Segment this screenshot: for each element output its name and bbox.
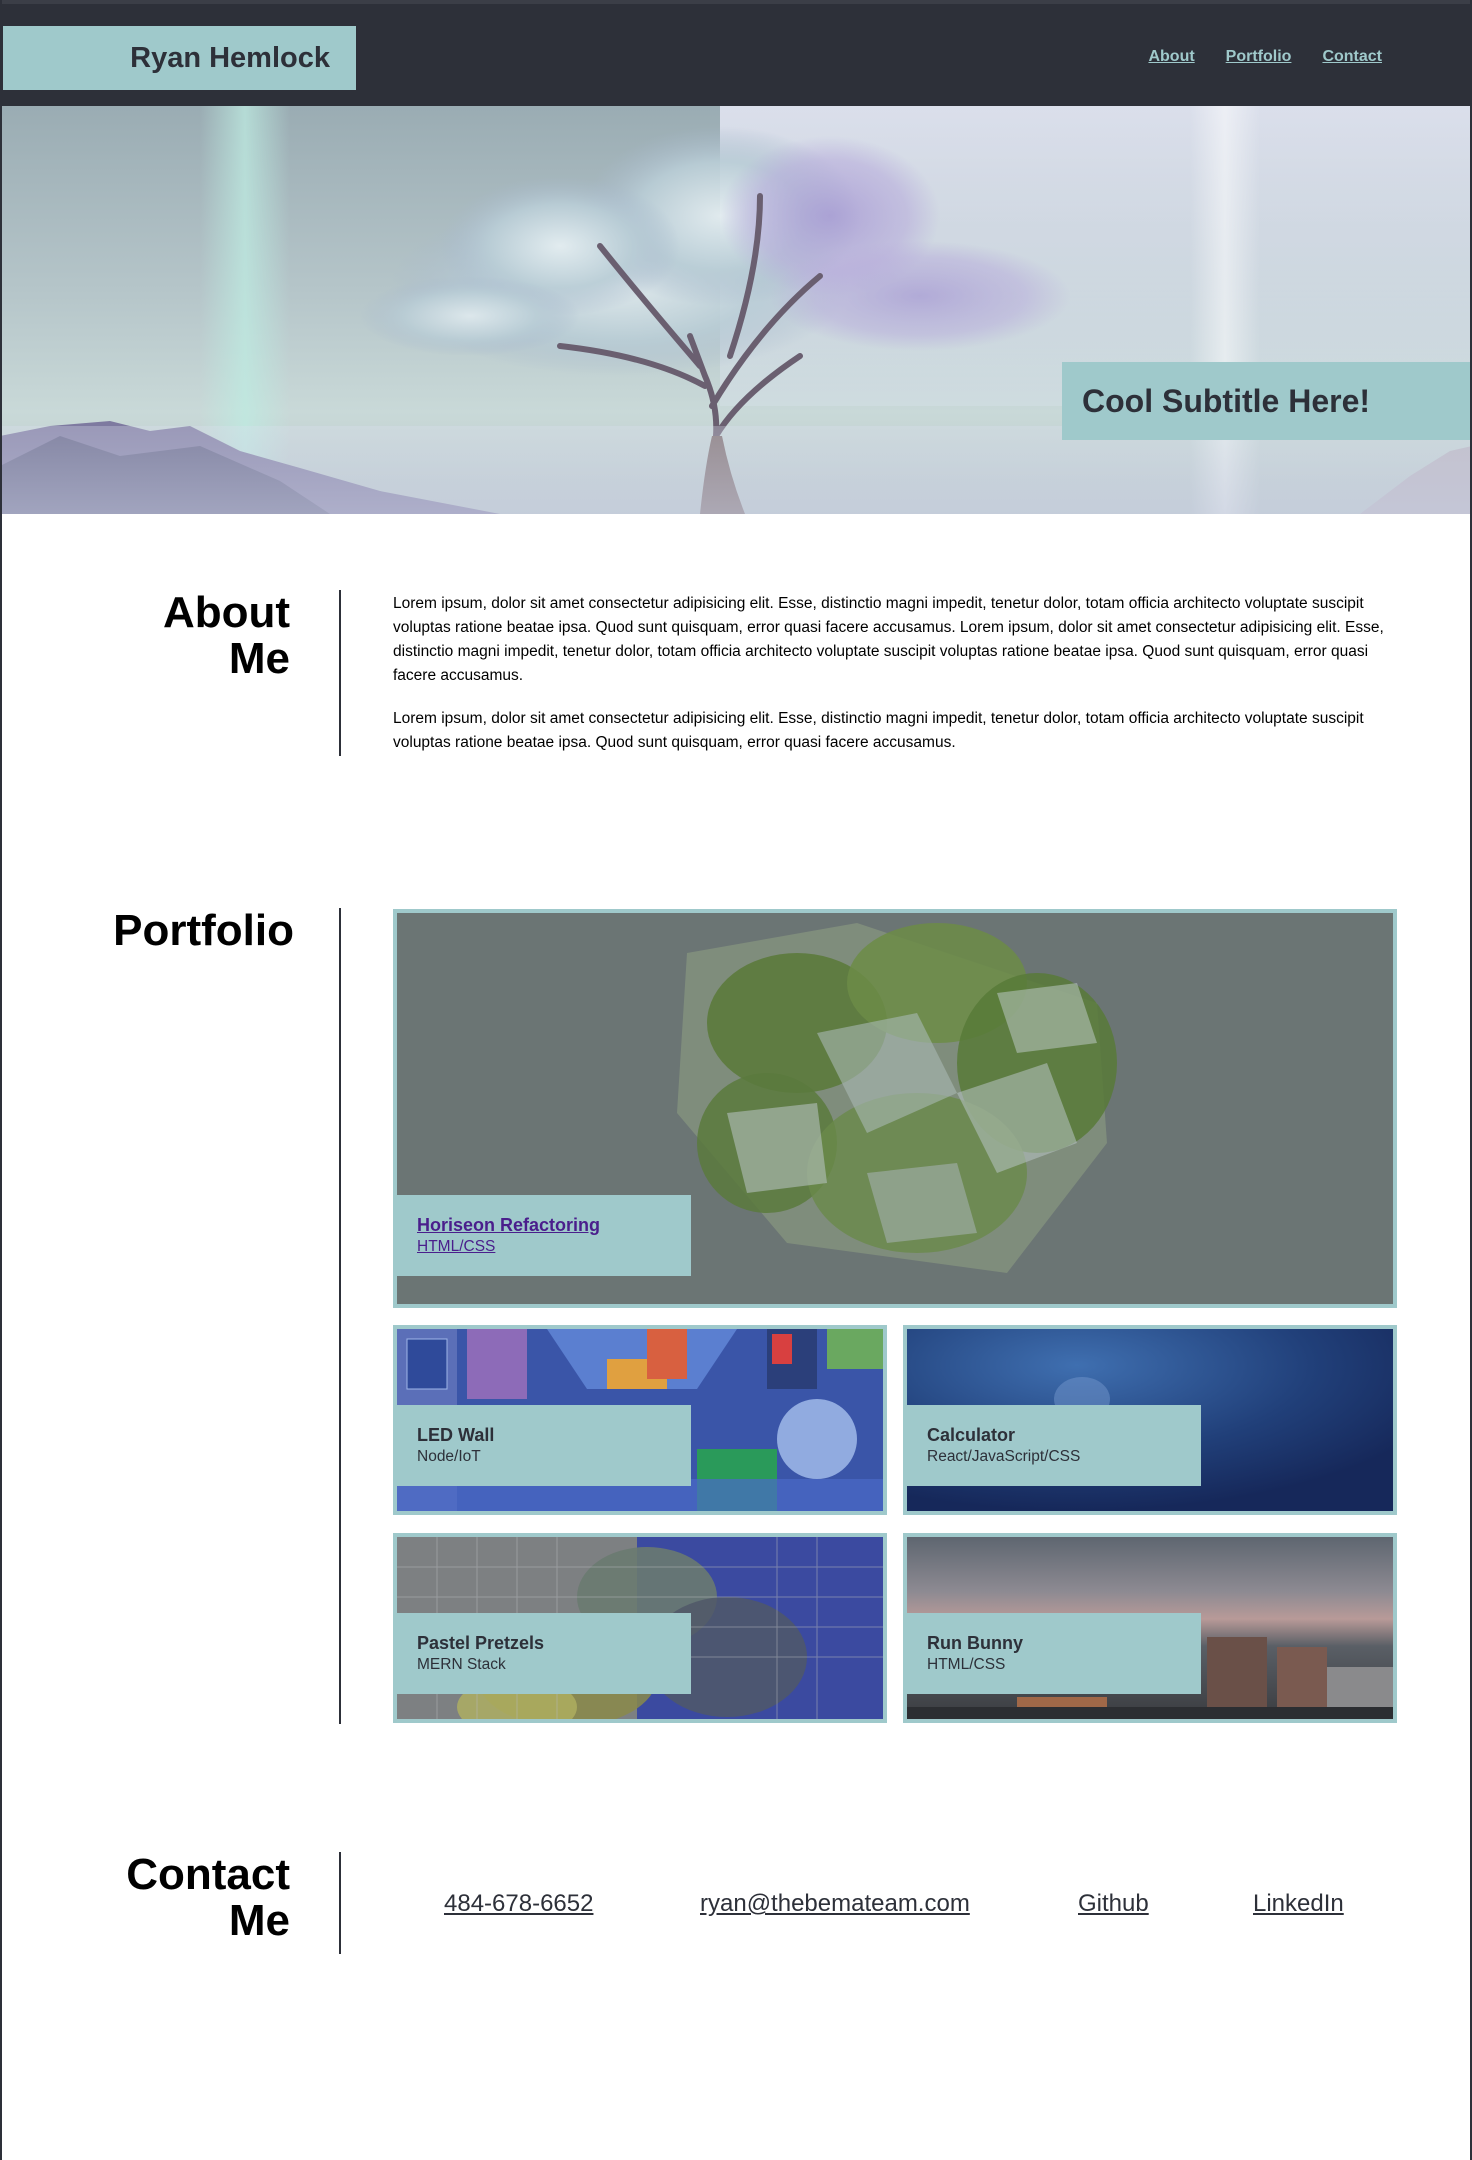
contact-heading-line2: Me: [228, 1896, 290, 1945]
about-body: Lorem ipsum, dolor sit amet consectetur …: [393, 592, 1393, 774]
nav-link-contact[interactable]: Contact: [1322, 48, 1382, 66]
project-title[interactable]: Horiseon Refactoring: [417, 1215, 691, 1236]
portfolio-heading: Portfolio: [113, 906, 294, 955]
contact-phone-link[interactable]: 484-678-6652: [444, 1890, 593, 1918]
project-label-pastel-pretzels: Pastel Pretzels MERN Stack: [397, 1613, 691, 1694]
contact-linkedin-link[interactable]: LinkedIn: [1253, 1890, 1344, 1918]
about-heading-line1: About: [162, 588, 290, 637]
project-card-run-bunny[interactable]: Run Bunny HTML/CSS: [903, 1533, 1397, 1723]
contact-heading-line1: Contact: [126, 1850, 290, 1899]
contact-divider: [339, 1852, 341, 1954]
project-title[interactable]: LED Wall: [417, 1425, 691, 1446]
project-label-calculator: Calculator React/JavaScript/CSS: [907, 1405, 1201, 1486]
contact-email-link[interactable]: ryan@thebemateam.com: [700, 1890, 970, 1918]
about-heading-line2: Me: [228, 634, 290, 683]
contact-github-link[interactable]: Github: [1078, 1890, 1149, 1918]
project-title[interactable]: Pastel Pretzels: [417, 1633, 691, 1654]
site-brand[interactable]: Ryan Hemlock: [3, 26, 356, 90]
project-label-run-bunny: Run Bunny HTML/CSS: [907, 1613, 1201, 1694]
about-divider: [339, 590, 341, 756]
project-card-led-wall[interactable]: LED Wall Node/IoT: [393, 1325, 887, 1515]
project-title[interactable]: Run Bunny: [927, 1633, 1201, 1654]
nav-link-portfolio[interactable]: Portfolio: [1226, 48, 1292, 66]
project-tech[interactable]: React/JavaScript/CSS: [927, 1448, 1201, 1466]
contact-heading: Contact Me: [60, 1852, 290, 1944]
project-label-led-wall: LED Wall Node/IoT: [397, 1405, 691, 1486]
project-tech[interactable]: MERN Stack: [417, 1656, 691, 1674]
project-card-horiseon[interactable]: Horiseon Refactoring HTML/CSS: [393, 909, 1397, 1308]
nav-link-about[interactable]: About: [1148, 48, 1194, 66]
project-card-pastel-pretzels[interactable]: Pastel Pretzels MERN Stack: [393, 1533, 887, 1723]
project-card-calculator[interactable]: Calculator React/JavaScript/CSS: [903, 1325, 1397, 1515]
site-header: Ryan Hemlock About Portfolio Contact: [0, 0, 1472, 106]
main-nav: About Portfolio Contact: [1148, 48, 1382, 66]
portfolio-divider: [339, 908, 341, 1724]
project-title[interactable]: Calculator: [927, 1425, 1201, 1446]
project-tech[interactable]: Node/IoT: [417, 1448, 691, 1466]
project-tech[interactable]: HTML/CSS: [927, 1656, 1201, 1674]
about-paragraph: Lorem ipsum, dolor sit amet consectetur …: [393, 595, 1384, 684]
project-tech[interactable]: HTML/CSS: [417, 1238, 691, 1256]
project-label-horiseon: Horiseon Refactoring HTML/CSS: [397, 1195, 691, 1276]
about-heading: About Me: [60, 590, 290, 682]
about-paragraph: Lorem ipsum, dolor sit amet consectetur …: [393, 710, 1364, 751]
hero-banner: Cool Subtitle Here!: [0, 106, 1472, 514]
hero-subtitle: Cool Subtitle Here!: [1062, 362, 1472, 440]
